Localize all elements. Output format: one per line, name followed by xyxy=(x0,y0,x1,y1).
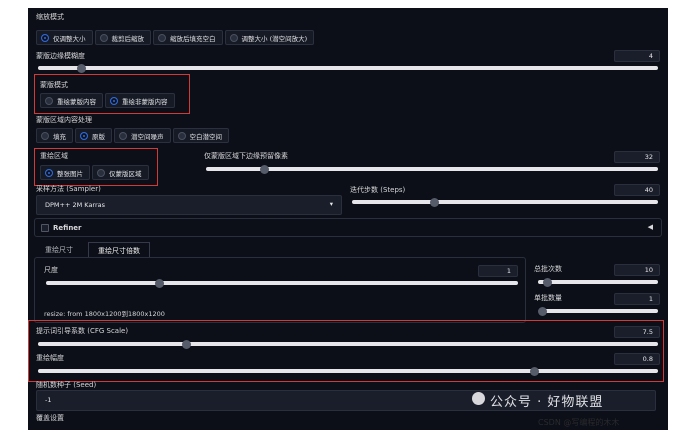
radio-dot-icon xyxy=(97,168,105,177)
resize-mode-option-just-resize[interactable]: 仅调整大小 xyxy=(36,30,93,45)
only-masked-padding-label: 仅蒙版区域下边缘预留像素 xyxy=(204,152,288,160)
denoising-label: 重绘幅度 xyxy=(36,354,64,362)
inpaint-area-label: 重绘区域 xyxy=(40,152,68,160)
masked-content-group: 填充 原版 潜空间噪声 空白潜空间 xyxy=(36,128,229,143)
wechat-icon xyxy=(472,392,485,405)
slider-thumb[interactable] xyxy=(529,366,539,376)
scale-value[interactable]: 1 xyxy=(478,265,518,277)
resize-mode-option-latent-upscale[interactable]: 调整大小 (潜空间放大) xyxy=(224,30,315,45)
scale-label: 尺度 xyxy=(44,266,58,274)
refiner-label: Refiner xyxy=(53,224,82,232)
resize-mode-group: 仅调整大小 裁剪后缩放 缩放后填充空白 调整大小 (潜空间放大) xyxy=(36,30,315,45)
radio-dot-icon xyxy=(80,131,88,140)
mask-mode-group: 重绘蒙版内容 重绘非蒙版内容 xyxy=(40,93,175,108)
radio-dot-icon xyxy=(41,131,49,140)
radio-dot-icon xyxy=(177,131,186,140)
radio-dot-icon xyxy=(99,33,108,42)
override-settings-label: 覆盖设置 xyxy=(36,414,64,422)
tab-resize-to[interactable]: 重绘尺寸 xyxy=(36,242,82,257)
seed-value: -1 xyxy=(45,396,52,404)
slider-thumb[interactable] xyxy=(260,164,270,174)
refiner-accordion[interactable]: Refiner ◀ xyxy=(34,218,662,237)
masked-content-option-fill[interactable]: 填充 xyxy=(36,128,73,143)
masked-content-option-original[interactable]: 原版 xyxy=(75,128,112,143)
radio-dot-icon xyxy=(45,168,53,177)
sampler-value: DPM++ 2M Karras xyxy=(45,201,106,209)
steps-slider[interactable] xyxy=(352,197,658,207)
radio-dot-icon xyxy=(45,96,53,105)
radio-dot-icon xyxy=(41,33,49,42)
sampler-dropdown[interactable]: DPM++ 2M Karras ▾ xyxy=(36,195,342,215)
inpaint-area-option-whole-picture[interactable]: 整张图片 xyxy=(40,165,90,180)
credit-watermark: CSDN @写编程的木木 xyxy=(538,418,620,427)
slider-thumb[interactable] xyxy=(537,306,547,316)
watermark-text: 公众号 · 好物联盟 xyxy=(490,395,604,410)
mask-blur-label: 蒙版边缘模糊度 xyxy=(36,52,85,60)
slider-thumb[interactable] xyxy=(76,63,86,73)
resize-note: resize: from 1800x1200到1800x1200 xyxy=(44,310,165,318)
only-masked-padding-slider[interactable] xyxy=(206,164,658,174)
resize-mode-option-resize-fill[interactable]: 缩放后填充空白 xyxy=(153,30,223,45)
inpaint-area-option-only-masked[interactable]: 仅蒙版区域 xyxy=(92,165,149,180)
resize-mode-option-crop-resize[interactable]: 裁剪后缩放 xyxy=(94,30,151,45)
inpaint-area-group: 整张图片 仅蒙版区域 xyxy=(40,165,149,180)
collapse-arrow-icon: ◀ xyxy=(647,223,653,231)
mask-mode-label: 蒙版模式 xyxy=(40,81,68,89)
batch-size-slider[interactable] xyxy=(537,306,658,316)
radio-dot-icon xyxy=(110,96,118,105)
radio-dot-icon xyxy=(119,131,127,140)
cfg-scale-slider[interactable] xyxy=(38,339,658,349)
only-masked-padding-value[interactable]: 32 xyxy=(614,151,660,163)
masked-content-option-latent-nothing[interactable]: 空白潜空间 xyxy=(172,128,229,143)
masked-content-label: 蒙版区域内容处理 xyxy=(36,116,92,124)
slider-thumb[interactable] xyxy=(182,339,192,349)
batch-count-value[interactable]: 10 xyxy=(614,264,660,276)
sampler-label: 采样方法 (Sampler) xyxy=(36,185,101,193)
batch-size-label: 单批数量 xyxy=(534,294,562,302)
mask-blur-value[interactable]: 4 xyxy=(614,50,660,62)
tab-resize-by[interactable]: 重绘尺寸倍数 xyxy=(88,242,150,257)
radio-dot-icon xyxy=(158,33,166,42)
mask-blur-slider[interactable] xyxy=(38,63,658,73)
resize-mode-label: 缩放模式 xyxy=(36,13,64,21)
slider-thumb[interactable] xyxy=(154,278,164,288)
batch-count-slider[interactable] xyxy=(538,277,658,287)
refiner-checkbox[interactable] xyxy=(41,224,49,232)
steps-value[interactable]: 40 xyxy=(614,184,660,196)
masked-content-option-latent-noise[interactable]: 潜空间噪声 xyxy=(114,128,171,143)
slider-thumb[interactable] xyxy=(543,277,553,287)
mask-mode-option-inpaint-not-masked[interactable]: 重绘非蒙版内容 xyxy=(105,93,175,108)
cfg-scale-value[interactable]: 7.5 xyxy=(614,326,660,338)
seed-label: 随机数种子 (Seed) xyxy=(36,381,97,389)
scale-slider[interactable] xyxy=(46,278,518,288)
batch-size-value[interactable]: 1 xyxy=(614,293,660,305)
radio-dot-icon xyxy=(229,33,238,42)
denoising-value[interactable]: 0.8 xyxy=(614,353,660,365)
batch-count-label: 总批次数 xyxy=(534,265,562,273)
denoising-slider[interactable] xyxy=(38,366,658,376)
cfg-scale-label: 提示词引导系数 (CFG Scale) xyxy=(36,327,129,335)
steps-label: 迭代步数 (Steps) xyxy=(350,186,406,194)
chevron-down-icon: ▾ xyxy=(329,200,333,208)
slider-thumb[interactable] xyxy=(430,197,440,207)
settings-panel: 缩放模式 仅调整大小 裁剪后缩放 缩放后填充空白 调整大小 (潜空间放大) 蒙版… xyxy=(28,8,668,430)
mask-mode-option-inpaint-masked[interactable]: 重绘蒙版内容 xyxy=(40,93,103,108)
